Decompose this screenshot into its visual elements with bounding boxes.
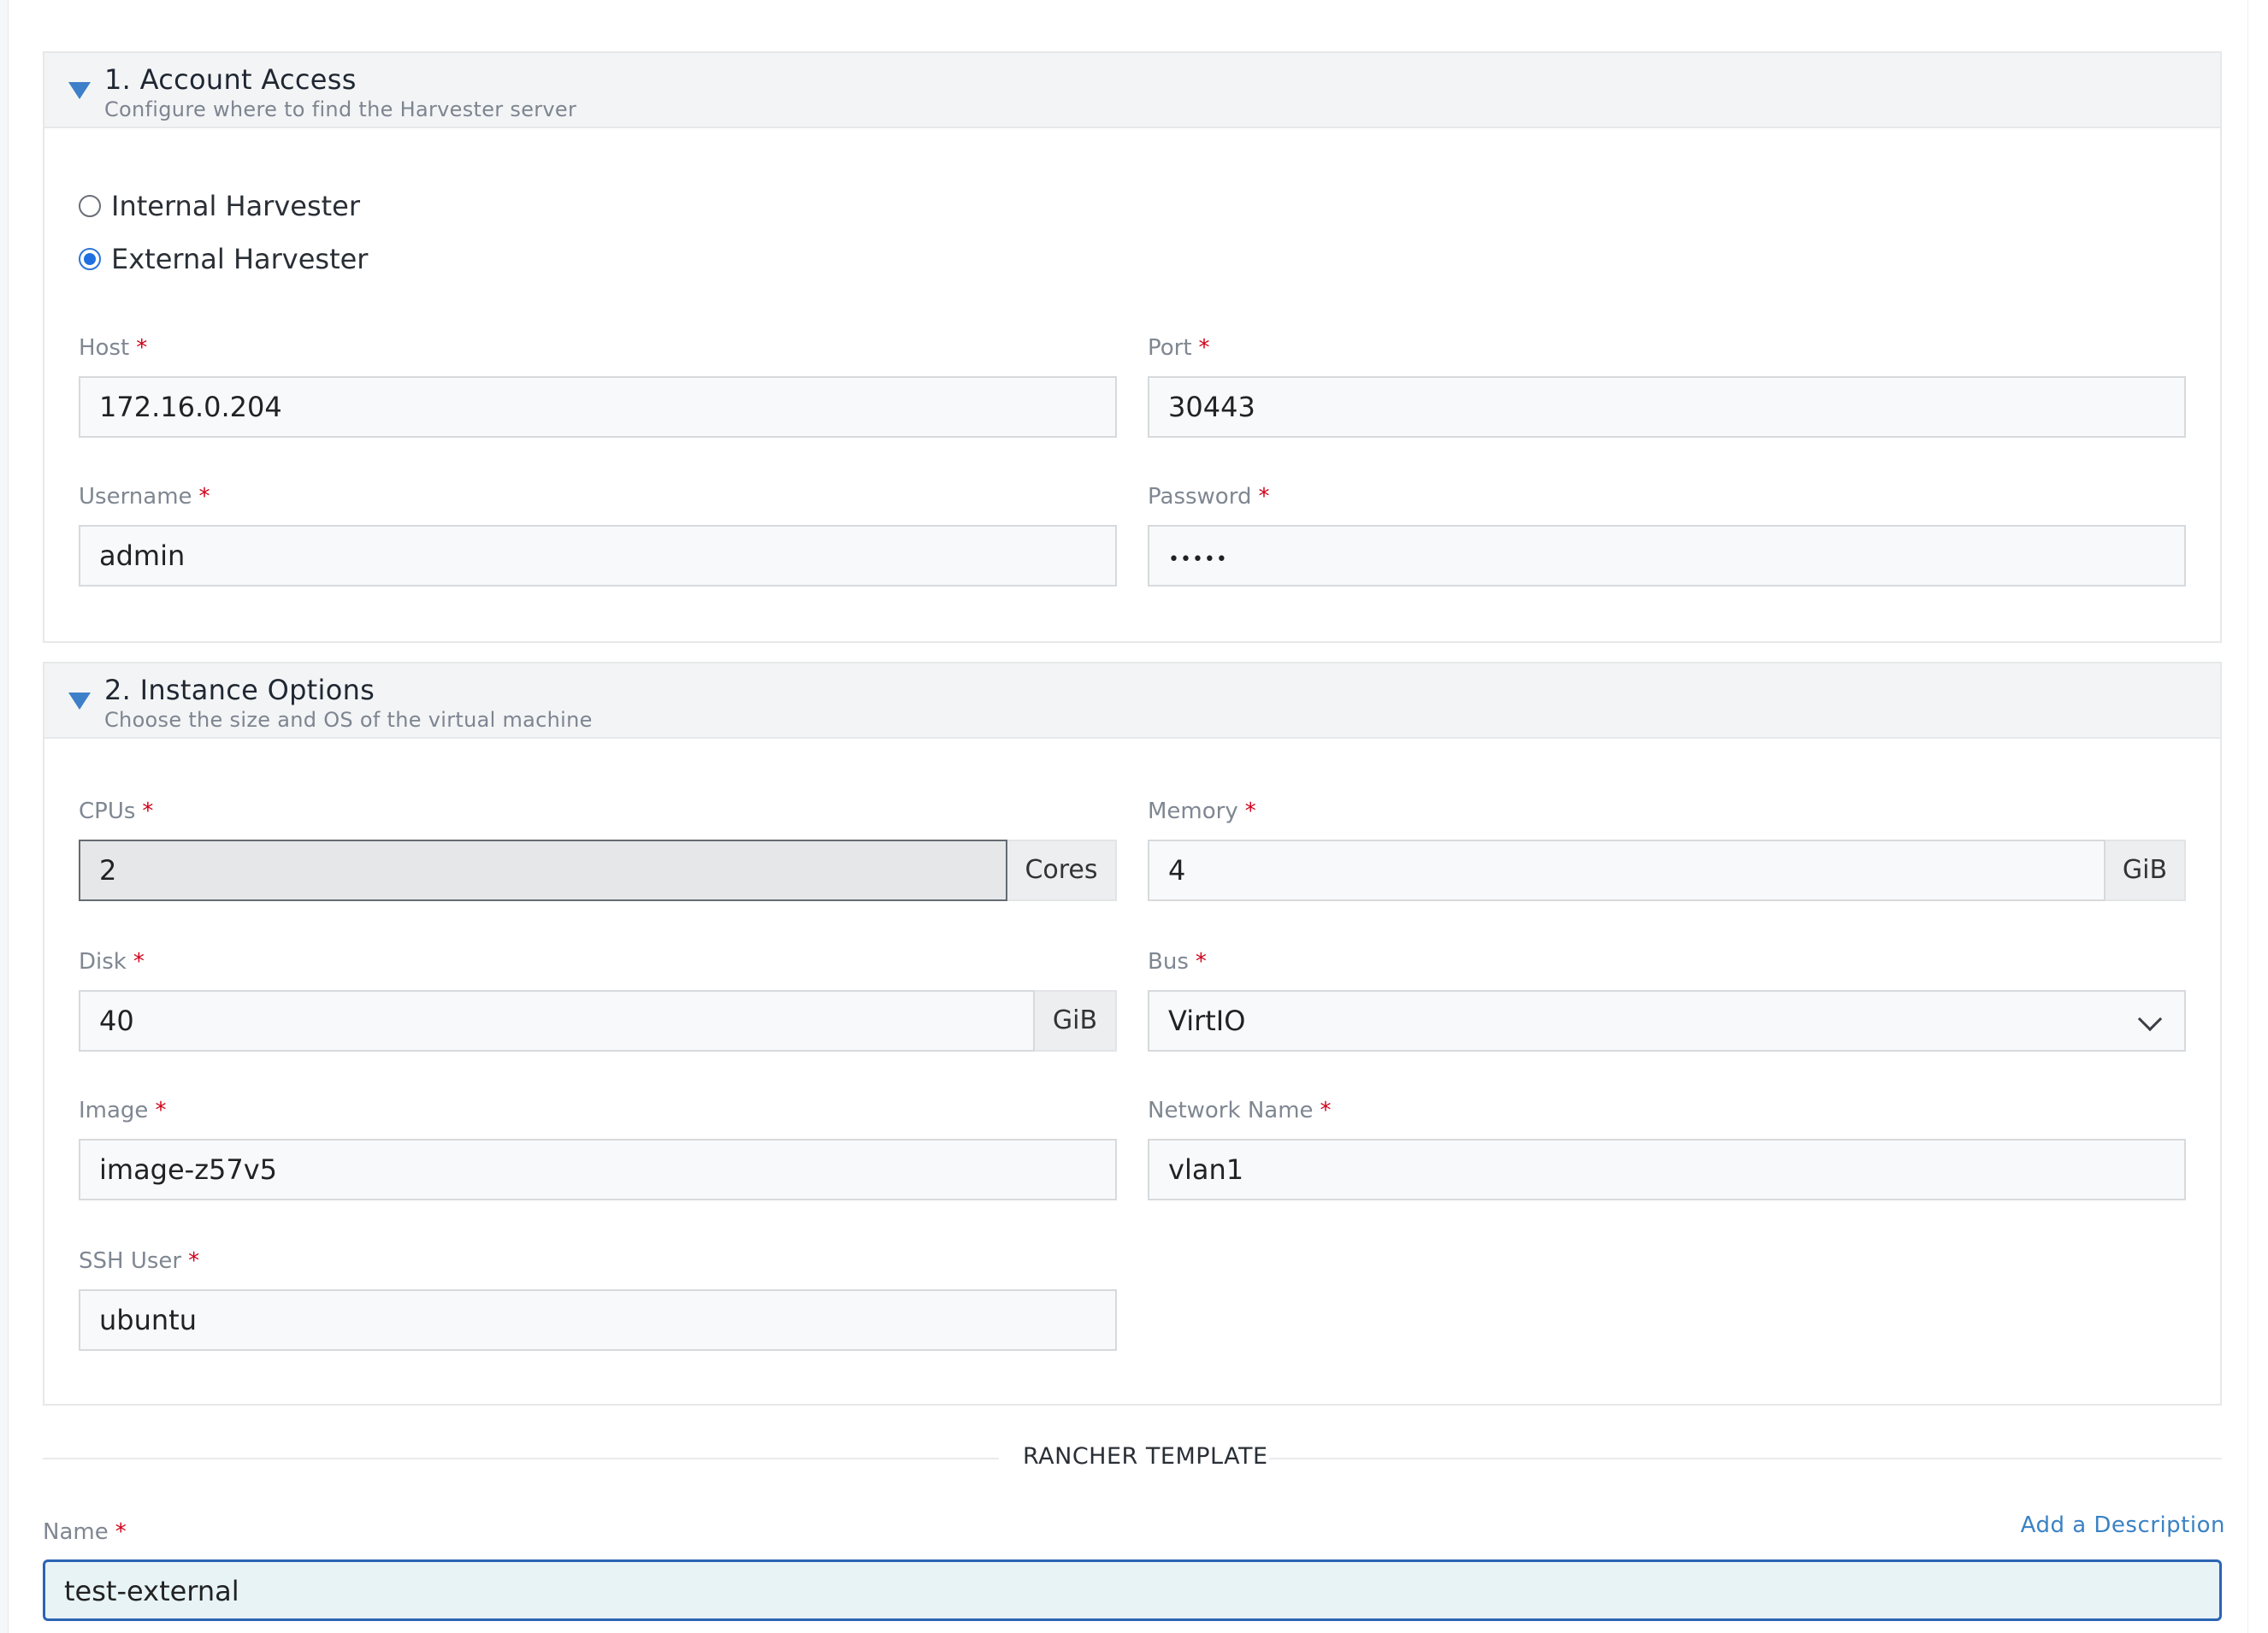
memory-unit: GiB bbox=[2106, 840, 2186, 901]
port-input[interactable]: 30443 bbox=[1148, 376, 2186, 438]
host-label: Host * bbox=[79, 335, 148, 361]
instance-options-title: 2. Instance Options bbox=[104, 674, 375, 706]
account-access-title: 1. Account Access bbox=[104, 63, 357, 96]
instance-options-subtitle: Choose the size and OS of the virtual ma… bbox=[104, 708, 593, 732]
disk-label: Disk * bbox=[79, 949, 145, 975]
port-label: Port * bbox=[1148, 335, 1210, 361]
caret-down-icon[interactable] bbox=[68, 82, 91, 99]
password-mask: ••••• bbox=[1168, 549, 1228, 570]
external-harvester-label[interactable]: External Harvester bbox=[111, 243, 368, 275]
ssh-user-label: SSH User * bbox=[79, 1248, 200, 1274]
external-harvester-option[interactable]: External Harvester bbox=[79, 243, 368, 275]
username-label: Username * bbox=[79, 484, 210, 510]
cpus-label: CPUs * bbox=[79, 799, 154, 824]
account-access-subtitle: Configure where to find the Harvester se… bbox=[104, 97, 577, 121]
network-name-label: Network Name * bbox=[1148, 1098, 1332, 1123]
template-name-label: Name * bbox=[43, 1519, 127, 1545]
internal-harvester-radio[interactable] bbox=[79, 195, 101, 217]
network-name-input[interactable]: vlan1 bbox=[1148, 1139, 2186, 1200]
account-access-header[interactable]: 1. Account Access Configure where to fin… bbox=[44, 53, 2220, 128]
right-page-edge bbox=[2247, 0, 2268, 1633]
username-input[interactable]: admin bbox=[79, 525, 1117, 587]
cpus-input[interactable]: 2 bbox=[79, 840, 1007, 901]
image-label: Image * bbox=[79, 1098, 167, 1123]
rancher-template-heading: RANCHER TEMPLATE bbox=[1023, 1443, 1268, 1470]
disk-unit: GiB bbox=[1035, 990, 1117, 1052]
caret-down-icon[interactable] bbox=[68, 693, 91, 710]
bus-label: Bus * bbox=[1148, 949, 1207, 975]
template-name-input[interactable]: test-external bbox=[43, 1559, 2222, 1621]
bus-select[interactable]: VirtIO bbox=[1148, 990, 2186, 1052]
bus-selected-value: VirtIO bbox=[1168, 1005, 1246, 1037]
ssh-user-input[interactable]: ubuntu bbox=[79, 1289, 1117, 1351]
image-input[interactable]: image-z57v5 bbox=[79, 1139, 1117, 1200]
host-input[interactable]: 172.16.0.204 bbox=[79, 376, 1117, 438]
disk-input[interactable]: 40 bbox=[79, 990, 1035, 1052]
instance-options-header[interactable]: 2. Instance Options Choose the size and … bbox=[44, 663, 2220, 739]
memory-label: Memory * bbox=[1148, 799, 1256, 824]
left-page-edge bbox=[0, 0, 9, 1633]
cpus-unit: Cores bbox=[1007, 840, 1117, 901]
instance-options-section: 2. Instance Options Choose the size and … bbox=[43, 662, 2222, 1406]
password-label: Password * bbox=[1148, 484, 1270, 510]
internal-harvester-option[interactable]: Internal Harvester bbox=[79, 190, 360, 222]
password-input[interactable]: ••••• bbox=[1148, 525, 2186, 587]
internal-harvester-label[interactable]: Internal Harvester bbox=[111, 190, 360, 222]
account-access-section: 1. Account Access Configure where to fin… bbox=[43, 51, 2222, 643]
divider-left bbox=[43, 1458, 999, 1459]
external-harvester-radio[interactable] bbox=[79, 248, 101, 270]
divider-right bbox=[1269, 1458, 2222, 1459]
memory-input[interactable]: 4 bbox=[1148, 840, 2106, 901]
chevron-down-icon[interactable] bbox=[2137, 1006, 2163, 1032]
add-description-link[interactable]: Add a Description bbox=[2021, 1512, 2225, 1538]
